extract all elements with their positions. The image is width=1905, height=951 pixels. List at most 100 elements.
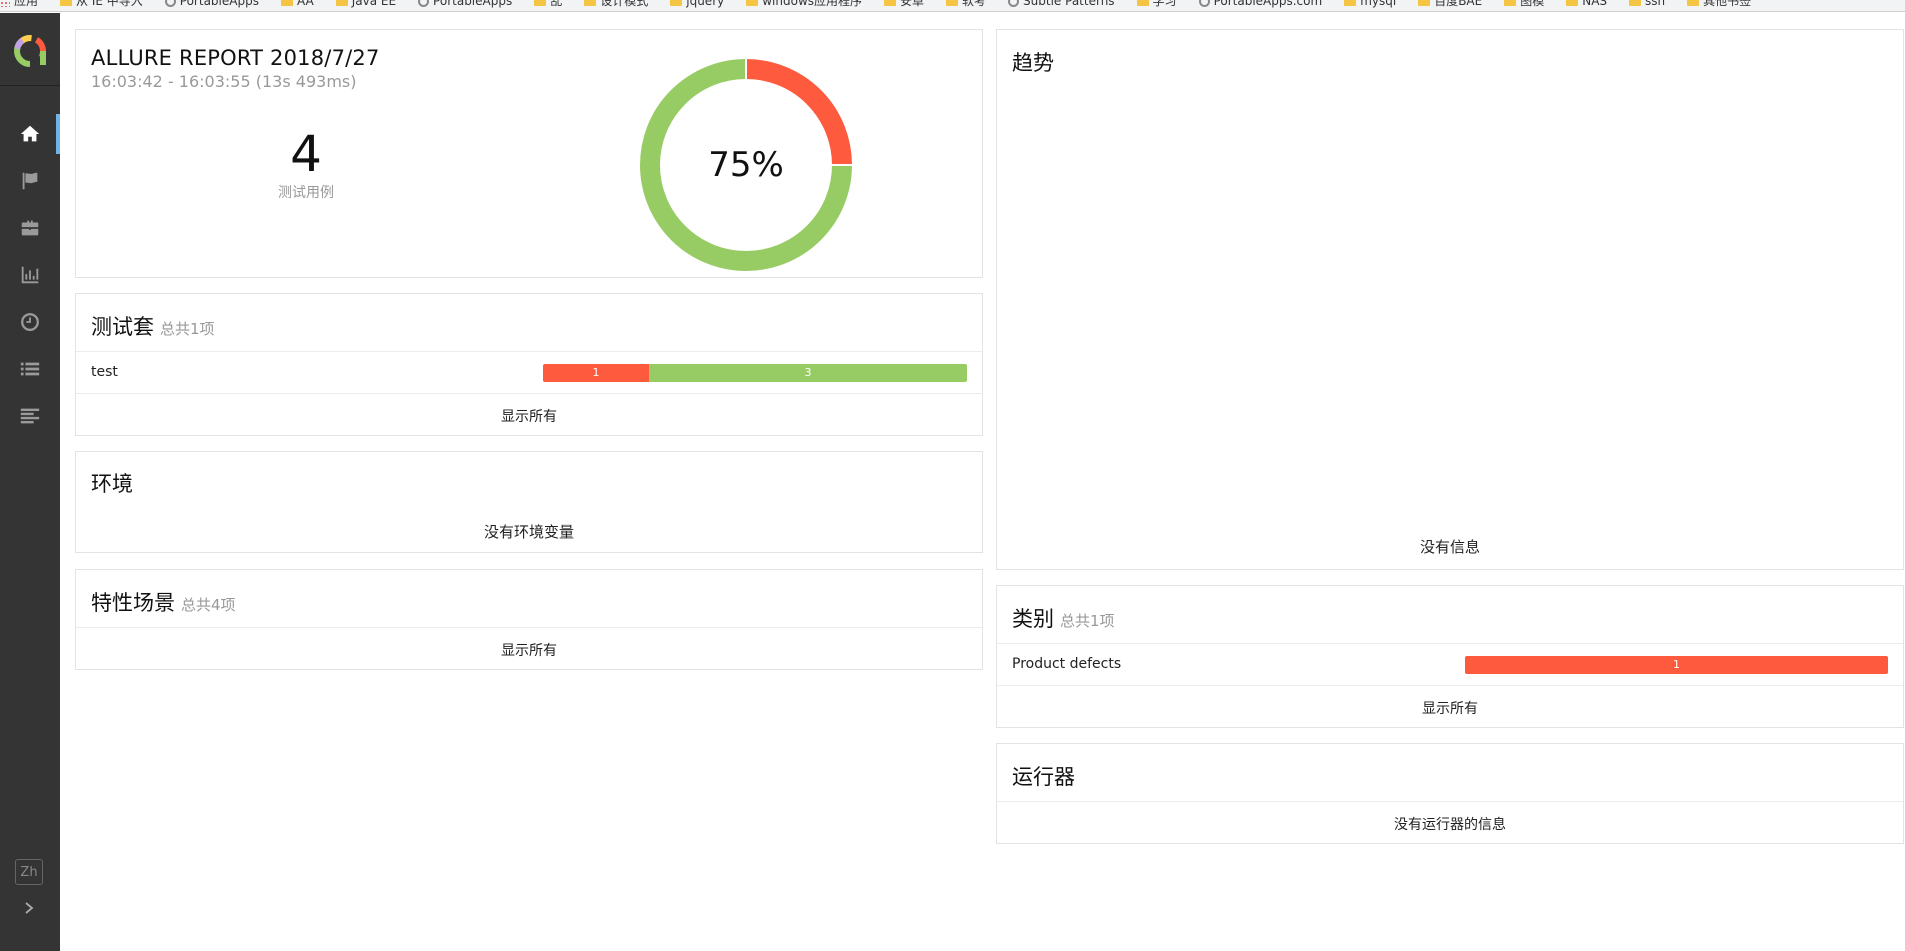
bookmark-item[interactable]: 百度BAE: [1418, 0, 1482, 7]
folder-icon: [670, 0, 683, 6]
folder-icon: [1418, 0, 1431, 6]
folder-icon: [1136, 0, 1149, 6]
report-time: 16:03:42 - 16:03:55 (13s 493ms): [91, 72, 357, 91]
bookmark-item[interactable]: mysql: [1344, 0, 1396, 7]
categories-title: 类别 总共1项: [1012, 603, 1115, 633]
globe-icon: [164, 0, 176, 7]
bookmark-item[interactable]: 从 IE 中导入: [60, 0, 143, 7]
bookmark-label: PortableApps.com: [1213, 0, 1323, 8]
bookmark-item[interactable]: 安卓: [884, 0, 924, 7]
category-name: Product defects: [1012, 656, 1122, 672]
summary-widget: ALLURE REPORT 2018/7/27 16:03:42 - 16:03…: [75, 29, 983, 278]
categories-count: 总共1项: [1060, 612, 1115, 630]
bookmark-label: 乱: [550, 0, 563, 8]
bookmark-label: 设计模式: [600, 0, 649, 8]
folder-icon: [280, 0, 293, 6]
bookmark-label: 从 IE 中导入: [76, 0, 143, 8]
test-case-count: 4: [290, 125, 322, 183]
nav-categories[interactable]: [0, 161, 60, 201]
bookmark-item[interactable]: PortableApps.com: [1198, 0, 1323, 8]
bookmark-label: 软考: [962, 0, 987, 8]
bookmark-label: NAS: [1582, 0, 1608, 8]
bookmark-item[interactable]: 其他书签: [1687, 0, 1751, 7]
divider: [997, 801, 1903, 802]
environment-title: 环境: [91, 472, 133, 496]
folder-icon: [335, 0, 348, 6]
folder-icon: [60, 0, 73, 6]
test-case-label: 测试用例: [278, 185, 334, 201]
executors-empty-text: 没有运行器的信息: [1394, 817, 1506, 833]
features-count: 总共4项: [181, 596, 236, 614]
bookmark-item[interactable]: NAS: [1566, 0, 1607, 7]
divider: [997, 685, 1903, 686]
category-row[interactable]: Product defects 1: [997, 644, 1903, 685]
suites-show-all-link[interactable]: 显示所有: [76, 406, 982, 426]
logo-divider: [0, 85, 60, 86]
chevron-right-icon: [25, 902, 34, 914]
suite-passed-segment: 3: [649, 364, 967, 382]
categories-title-text: 类别: [1012, 607, 1054, 631]
divider: [76, 393, 982, 394]
suites-title-text: 测试套: [91, 315, 154, 339]
executors-title: 运行器: [1012, 765, 1075, 789]
bookmark-item[interactable]: 设计模式: [584, 0, 648, 7]
bookmark-label: 学习: [1152, 0, 1177, 8]
collapse-sidebar-button[interactable]: [16, 895, 42, 921]
suites-title: 测试套 总共1项: [91, 311, 215, 341]
bookmark-item[interactable]: Subtle Patterns: [1008, 0, 1115, 7]
bookmark-label: Java EE: [351, 0, 397, 8]
bookmark-item[interactable]: 图模: [1504, 0, 1544, 7]
folder-icon: [584, 0, 597, 6]
align-left-icon: [20, 408, 40, 424]
home-icon: [20, 125, 40, 142]
folder-icon: [746, 0, 759, 6]
bookmark-item[interactable]: 软考: [946, 0, 986, 7]
allure-logo[interactable]: [12, 33, 48, 69]
environment-empty-text: 没有环境变量: [483, 523, 574, 541]
nav-overview[interactable]: [0, 114, 60, 154]
list-icon: [20, 362, 40, 376]
trend-widget: 趋势 没有信息: [996, 29, 1904, 570]
bookmark-item[interactable]: 学习: [1136, 0, 1177, 8]
nav-timeline[interactable]: [0, 302, 60, 342]
language-button[interactable]: Zh: [15, 859, 43, 885]
bookmarks-bar: 应用 从 IE 中导入 PortableApps AA Java EE PortableA…: [0, 0, 1905, 12]
features-title-text: 特性场景: [91, 591, 175, 615]
bar-chart-icon: [21, 266, 39, 284]
suite-row[interactable]: test 1 3: [76, 352, 982, 393]
bookmark-item[interactable]: PortableApps: [164, 0, 259, 8]
suite-failed-segment: 1: [543, 364, 649, 382]
nav-suites[interactable]: [0, 208, 60, 248]
environment-widget: 环境 没有环境变量: [75, 451, 983, 553]
bookmark-label: jquery: [686, 0, 725, 8]
nav-behaviors[interactable]: [0, 349, 60, 389]
categories-show-all-link[interactable]: 显示所有: [997, 698, 1903, 718]
bookmark-item[interactable]: 应用: [0, 0, 38, 7]
divider: [76, 627, 982, 628]
nav-packages[interactable]: [0, 396, 60, 436]
suite-status-bar: 1 3: [543, 364, 967, 382]
sidebar: Zh: [0, 13, 60, 951]
folder-icon: [946, 0, 959, 6]
folder-icon: [1504, 0, 1517, 6]
folder-icon: [1629, 0, 1642, 6]
suite-name: test: [91, 364, 118, 380]
bookmark-label: 安卓: [900, 0, 925, 8]
bookmark-item[interactable]: Java EE: [335, 0, 397, 8]
nav-graphs[interactable]: [0, 255, 60, 295]
bookmark-item[interactable]: 乱: [534, 0, 562, 7]
bookmark-item[interactable]: PortableApps: [418, 0, 512, 7]
trend-title: 趋势: [1012, 51, 1054, 75]
bookmark-label: ssh: [1645, 0, 1666, 8]
bookmark-item[interactable]: ssh: [1629, 0, 1665, 7]
folder-icon: [884, 0, 897, 6]
features-show-all-link[interactable]: 显示所有: [76, 640, 982, 660]
bookmark-item[interactable]: AA: [280, 0, 314, 8]
bookmark-label: PortableApps: [179, 0, 259, 8]
bookmark-label: 图模: [1520, 0, 1545, 8]
globe-icon: [1008, 0, 1020, 7]
bookmark-item[interactable]: jquery: [670, 0, 724, 7]
bookmark-item[interactable]: windows应用程序: [746, 0, 862, 7]
bookmark-label: AA: [296, 0, 314, 8]
briefcase-icon: [21, 220, 39, 236]
